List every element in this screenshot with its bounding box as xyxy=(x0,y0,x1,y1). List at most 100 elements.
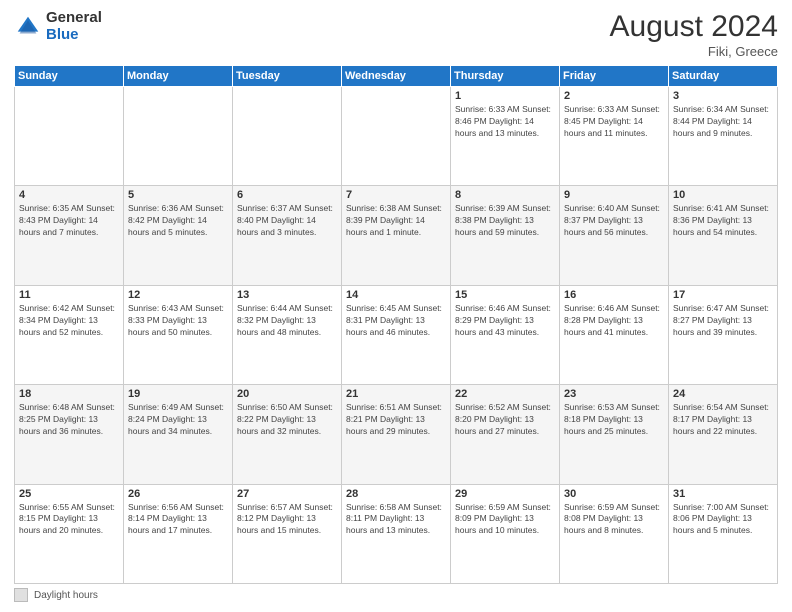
day-number: 31 xyxy=(673,488,773,500)
page: General Blue August 2024 Fiki, Greece Su… xyxy=(0,0,792,612)
day-info: Sunrise: 6:42 AM Sunset: 8:34 PM Dayligh… xyxy=(19,303,119,339)
calendar-cell: 4 Sunrise: 6:35 AM Sunset: 8:43 PM Daylig… xyxy=(15,186,124,285)
day-number: 4 xyxy=(19,189,119,201)
logo-text: General Blue xyxy=(46,10,102,43)
weekday-header: Monday xyxy=(124,66,233,87)
day-info: Sunrise: 7:00 AM Sunset: 8:06 PM Dayligh… xyxy=(673,502,773,538)
day-info: Sunrise: 6:50 AM Sunset: 8:22 PM Dayligh… xyxy=(237,402,337,438)
day-info: Sunrise: 6:53 AM Sunset: 8:18 PM Dayligh… xyxy=(564,402,664,438)
calendar-cell: 21 Sunrise: 6:51 AM Sunset: 8:21 PM Dayli… xyxy=(342,385,451,484)
day-number: 3 xyxy=(673,90,773,102)
calendar-cell: 17 Sunrise: 6:47 AM Sunset: 8:27 PM Dayli… xyxy=(669,285,778,384)
day-number: 14 xyxy=(346,289,446,301)
day-number: 1 xyxy=(455,90,555,102)
day-number: 12 xyxy=(128,289,228,301)
day-info: Sunrise: 6:54 AM Sunset: 8:17 PM Dayligh… xyxy=(673,402,773,438)
calendar-cell: 6 Sunrise: 6:37 AM Sunset: 8:40 PM Daylig… xyxy=(233,186,342,285)
day-info: Sunrise: 6:51 AM Sunset: 8:21 PM Dayligh… xyxy=(346,402,446,438)
calendar-cell xyxy=(15,87,124,186)
weekday-header: Tuesday xyxy=(233,66,342,87)
day-number: 13 xyxy=(237,289,337,301)
calendar-cell: 5 Sunrise: 6:36 AM Sunset: 8:42 PM Daylig… xyxy=(124,186,233,285)
day-number: 16 xyxy=(564,289,664,301)
day-info: Sunrise: 6:33 AM Sunset: 8:45 PM Dayligh… xyxy=(564,104,664,140)
day-number: 24 xyxy=(673,388,773,400)
calendar-cell: 10Sunrise: 6:41 AM Sunset: 8:36 PM Dayli… xyxy=(669,186,778,285)
day-info: Sunrise: 6:57 AM Sunset: 8:12 PM Dayligh… xyxy=(237,502,337,538)
calendar-cell: 1 Sunrise: 6:33 AM Sunset: 8:46 PM Daylig… xyxy=(451,87,560,186)
calendar-cell: 25 Sunrise: 6:55 AM Sunset: 8:15 PM Dayli… xyxy=(15,484,124,583)
day-info: Sunrise: 6:46 AM Sunset: 8:29 PM Dayligh… xyxy=(455,303,555,339)
calendar-cell: 11 Sunrise: 6:42 AM Sunset: 8:34 PM Dayli… xyxy=(15,285,124,384)
day-number: 17 xyxy=(673,289,773,301)
day-info: Sunrise: 6:47 AM Sunset: 8:27 PM Dayligh… xyxy=(673,303,773,339)
day-number: 15 xyxy=(455,289,555,301)
calendar-cell: 20 Sunrise: 6:50 AM Sunset: 8:22 PM Dayli… xyxy=(233,385,342,484)
calendar-cell: 13 Sunrise: 6:44 AM Sunset: 8:32 PM Dayli… xyxy=(233,285,342,384)
day-info: Sunrise: 6:55 AM Sunset: 8:15 PM Dayligh… xyxy=(19,502,119,538)
calendar-cell: 23 Sunrise: 6:53 AM Sunset: 8:18 PM Dayli… xyxy=(560,385,669,484)
calendar-cell: 7Sunrise: 6:38 AM Sunset: 8:39 PM Daylig… xyxy=(342,186,451,285)
day-number: 26 xyxy=(128,488,228,500)
footer: Daylight hours xyxy=(14,588,778,602)
calendar-cell: 9 Sunrise: 6:40 AM Sunset: 8:37 PM Daylig… xyxy=(560,186,669,285)
calendar-cell xyxy=(233,87,342,186)
calendar-week-row: 11 Sunrise: 6:42 AM Sunset: 8:34 PM Dayli… xyxy=(15,285,778,384)
day-info: Sunrise: 6:52 AM Sunset: 8:20 PM Dayligh… xyxy=(455,402,555,438)
day-number: 23 xyxy=(564,388,664,400)
day-number: 5 xyxy=(128,189,228,201)
day-number: 2 xyxy=(564,90,664,102)
calendar-cell: 24 Sunrise: 6:54 AM Sunset: 8:17 PM Dayli… xyxy=(669,385,778,484)
day-info: Sunrise: 6:35 AM Sunset: 8:43 PM Dayligh… xyxy=(19,203,119,239)
logo: General Blue xyxy=(14,10,102,43)
calendar-week-row: 18 Sunrise: 6:48 AM Sunset: 8:25 PM Dayli… xyxy=(15,385,778,484)
day-info: Sunrise: 6:39 AM Sunset: 8:38 PM Dayligh… xyxy=(455,203,555,239)
day-number: 19 xyxy=(128,388,228,400)
day-number: 21 xyxy=(346,388,446,400)
logo-blue-text: Blue xyxy=(46,27,102,44)
day-info: Sunrise: 6:40 AM Sunset: 8:37 PM Dayligh… xyxy=(564,203,664,239)
day-number: 20 xyxy=(237,388,337,400)
day-info: Sunrise: 6:58 AM Sunset: 8:11 PM Dayligh… xyxy=(346,502,446,538)
day-number: 18 xyxy=(19,388,119,400)
calendar-cell: 8Sunrise: 6:39 AM Sunset: 8:38 PM Daylig… xyxy=(451,186,560,285)
calendar-cell: 12Sunrise: 6:43 AM Sunset: 8:33 PM Dayli… xyxy=(124,285,233,384)
day-info: Sunrise: 6:59 AM Sunset: 8:08 PM Dayligh… xyxy=(564,502,664,538)
day-info: Sunrise: 6:34 AM Sunset: 8:44 PM Dayligh… xyxy=(673,104,773,140)
day-info: Sunrise: 6:41 AM Sunset: 8:36 PM Dayligh… xyxy=(673,203,773,239)
day-number: 7 xyxy=(346,189,446,201)
day-info: Sunrise: 6:46 AM Sunset: 8:28 PM Dayligh… xyxy=(564,303,664,339)
calendar-cell xyxy=(342,87,451,186)
calendar-cell: 18 Sunrise: 6:48 AM Sunset: 8:25 PM Dayli… xyxy=(15,385,124,484)
day-number: 9 xyxy=(564,189,664,201)
calendar-cell xyxy=(124,87,233,186)
calendar-cell: 15 Sunrise: 6:46 AM Sunset: 8:29 PM Dayli… xyxy=(451,285,560,384)
calendar-cell: 31 Sunrise: 7:00 AM Sunset: 8:06 PM Dayli… xyxy=(669,484,778,583)
day-info: Sunrise: 6:33 AM Sunset: 8:46 PM Dayligh… xyxy=(455,104,555,140)
day-number: 22 xyxy=(455,388,555,400)
weekday-header: Saturday xyxy=(669,66,778,87)
day-number: 11 xyxy=(19,289,119,301)
title-block: August 2024 Fiki, Greece xyxy=(610,10,778,59)
day-number: 28 xyxy=(346,488,446,500)
day-info: Sunrise: 6:37 AM Sunset: 8:40 PM Dayligh… xyxy=(237,203,337,239)
day-number: 25 xyxy=(19,488,119,500)
calendar-cell: 16 Sunrise: 6:46 AM Sunset: 8:28 PM Dayli… xyxy=(560,285,669,384)
calendar-week-row: 1 Sunrise: 6:33 AM Sunset: 8:46 PM Daylig… xyxy=(15,87,778,186)
daylight-legend-label: Daylight hours xyxy=(34,590,98,601)
calendar-week-row: 4 Sunrise: 6:35 AM Sunset: 8:43 PM Daylig… xyxy=(15,186,778,285)
calendar-cell: 29Sunrise: 6:59 AM Sunset: 8:09 PM Dayli… xyxy=(451,484,560,583)
day-info: Sunrise: 6:36 AM Sunset: 8:42 PM Dayligh… xyxy=(128,203,228,239)
day-info: Sunrise: 6:44 AM Sunset: 8:32 PM Dayligh… xyxy=(237,303,337,339)
calendar-cell: 19 Sunrise: 6:49 AM Sunset: 8:24 PM Dayli… xyxy=(124,385,233,484)
location: Fiki, Greece xyxy=(610,44,778,59)
day-info: Sunrise: 6:49 AM Sunset: 8:24 PM Dayligh… xyxy=(128,402,228,438)
daylight-legend-box xyxy=(14,588,28,602)
day-info: Sunrise: 6:48 AM Sunset: 8:25 PM Dayligh… xyxy=(19,402,119,438)
day-number: 6 xyxy=(237,189,337,201)
day-info: Sunrise: 6:45 AM Sunset: 8:31 PM Dayligh… xyxy=(346,303,446,339)
weekday-header: Friday xyxy=(560,66,669,87)
calendar-cell: 26Sunrise: 6:56 AM Sunset: 8:14 PM Dayli… xyxy=(124,484,233,583)
calendar-cell: 27Sunrise: 6:57 AM Sunset: 8:12 PM Dayli… xyxy=(233,484,342,583)
day-number: 29 xyxy=(455,488,555,500)
